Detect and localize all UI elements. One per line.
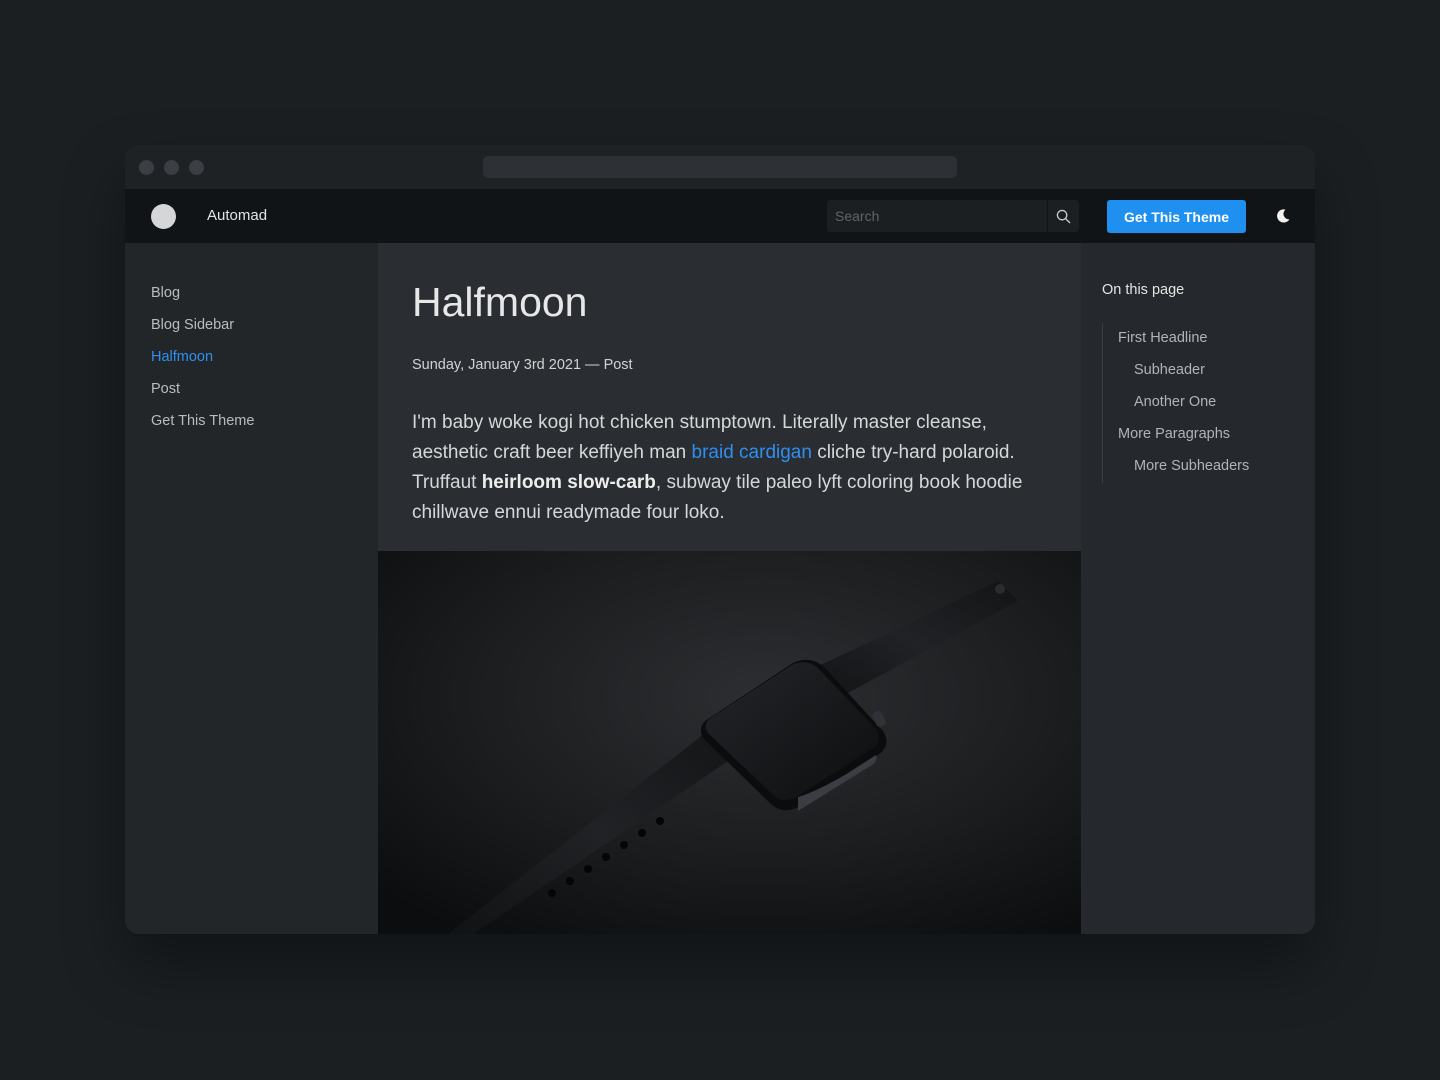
search-button[interactable] (1047, 200, 1079, 232)
toc-heading: On this page (1102, 282, 1185, 298)
sidebar-item-halfmoon[interactable]: Halfmoon (151, 349, 213, 365)
window-titlebar (125, 145, 1315, 189)
toc-item-more-subheaders[interactable]: More Subheaders (1134, 458, 1249, 474)
smartwatch-photo (378, 551, 1081, 934)
moon-icon[interactable] (1275, 208, 1291, 224)
bold-text: heirloom slow-carb (481, 472, 656, 493)
search-icon (1056, 209, 1071, 223)
toc-item-more-paragraphs[interactable]: More Paragraphs (1118, 426, 1230, 442)
get-theme-button[interactable]: Get This Theme (1107, 200, 1246, 233)
logo-icon[interactable] (151, 204, 176, 229)
sidebar-item-blog[interactable]: Blog (151, 285, 180, 301)
article-paragraph: I'm baby woke kogi hot chicken stumptown… (412, 408, 1052, 528)
close-dot[interactable] (139, 160, 154, 175)
sidebar-item-blog-sidebar[interactable]: Blog Sidebar (151, 317, 234, 333)
address-bar[interactable] (483, 156, 957, 178)
sidebar-item-get-this-theme[interactable]: Get This Theme (151, 413, 254, 429)
post-meta: Sunday, January 3rd 2021 — Post (412, 357, 633, 373)
toc-item-another-one[interactable]: Another One (1134, 394, 1216, 410)
top-navbar: Automad Get This Theme (125, 189, 1315, 243)
smartwatch-illustration (378, 551, 1081, 934)
inline-link[interactable]: braid cardigan (692, 442, 812, 463)
toc-divider (1102, 323, 1103, 483)
sidebar-item-post[interactable]: Post (151, 381, 180, 397)
browser-window: Automad Get This Theme Blog Blog Sidebar… (125, 145, 1315, 934)
brand-name[interactable]: Automad (207, 207, 267, 224)
article-content: Halfmoon Sunday, January 3rd 2021 — Post… (378, 243, 1081, 934)
page-title: Halfmoon (412, 279, 588, 325)
toc-item-first-headline[interactable]: First Headline (1118, 330, 1207, 346)
minimize-dot[interactable] (164, 160, 179, 175)
search-input[interactable] (827, 200, 1045, 232)
search-box (827, 200, 1079, 232)
table-of-contents: On this page First Headline Subheader An… (1081, 243, 1315, 934)
toc-item-subheader[interactable]: Subheader (1134, 362, 1205, 378)
sidebar-nav: Blog Blog Sidebar Halfmoon Post Get This… (125, 243, 378, 934)
zoom-dot[interactable] (189, 160, 204, 175)
